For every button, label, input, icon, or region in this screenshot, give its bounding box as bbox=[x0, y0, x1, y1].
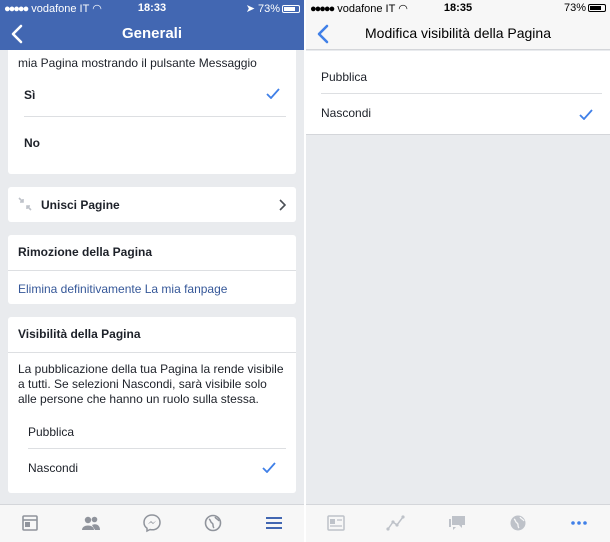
battery-percent: 73% bbox=[257, 3, 280, 15]
tab-bar bbox=[0, 504, 304, 542]
right-screen: ●●●●● vodafone IT ◠ 18:35 73% Modifica vi… bbox=[306, 0, 610, 542]
nav-bar: Modifica visibilità della Pagina bbox=[306, 18, 610, 50]
chevron-right-icon bbox=[279, 199, 286, 211]
page-title: Modifica visibilità della Pagina bbox=[365, 25, 551, 41]
status-bar: ●●●●● vodafone IT ◠ 18:35 73% bbox=[306, 0, 610, 18]
option-no-label: No bbox=[24, 136, 40, 150]
checkmark-icon bbox=[579, 109, 593, 120]
visibility-description: La pubblicazione della tua Pagina la ren… bbox=[18, 362, 284, 406]
option-pubblica-label: Pubblica bbox=[321, 70, 368, 84]
removal-header: Rimozione della Pagina bbox=[8, 235, 296, 271]
nav-bar: Generali bbox=[0, 18, 304, 50]
friends-icon[interactable] bbox=[81, 513, 101, 533]
option-pubblica-label: Pubblica bbox=[28, 425, 75, 439]
checkmark-icon bbox=[262, 462, 276, 473]
option-nascondi[interactable]: Nascondi bbox=[28, 450, 286, 486]
messages-card: mia Pagina mostrando il pulsante Messagg… bbox=[8, 50, 296, 174]
tab-bar bbox=[306, 504, 610, 542]
option-nascondi-label: Nascondi bbox=[321, 106, 372, 120]
removal-card: Rimozione della Pagina Elimina definitiv… bbox=[8, 235, 296, 304]
more-icon[interactable] bbox=[569, 513, 589, 533]
visibility-header: Visibilità della Pagina bbox=[8, 317, 296, 353]
visibility-options-list: Pubblica Nascondi bbox=[306, 51, 610, 135]
option-si[interactable]: Sì bbox=[24, 72, 286, 117]
messenger-icon[interactable] bbox=[142, 513, 162, 533]
option-pubblica[interactable]: Pubblica bbox=[321, 51, 602, 94]
battery-icon bbox=[282, 5, 300, 13]
page-title: Generali bbox=[121, 25, 183, 42]
page-icon[interactable] bbox=[326, 513, 346, 533]
status-right: ➤ 73% bbox=[246, 2, 300, 15]
inbox-icon[interactable] bbox=[447, 513, 467, 533]
messages-description: mia Pagina mostrando il pulsante Messagg… bbox=[18, 56, 257, 70]
checkmark-icon bbox=[266, 88, 280, 99]
status-bar: ●●●●● vodafone IT ◠ 18:33 ➤ 73% bbox=[0, 0, 304, 18]
menu-icon[interactable] bbox=[264, 513, 284, 533]
news-feed-icon[interactable] bbox=[20, 513, 40, 533]
option-no[interactable]: No bbox=[24, 118, 286, 163]
battery-percent: 73% bbox=[563, 2, 586, 14]
left-screen: ●●●●● vodafone IT ◠ 18:33 ➤ 73% Generali … bbox=[0, 0, 304, 542]
option-si-label: Sì bbox=[24, 88, 36, 102]
option-nascondi-label: Nascondi bbox=[28, 461, 79, 475]
globe-icon[interactable] bbox=[203, 513, 223, 533]
option-nascondi[interactable]: Nascondi bbox=[321, 95, 602, 135]
battery-icon bbox=[588, 4, 606, 12]
delete-page-link[interactable]: Elimina definitivamente La mia fanpage bbox=[18, 282, 227, 296]
status-right: 73% bbox=[564, 2, 606, 14]
option-pubblica[interactable]: Pubblica bbox=[28, 413, 286, 449]
insights-icon[interactable] bbox=[386, 513, 406, 533]
merge-pages-button[interactable]: Unisci Pagine bbox=[8, 187, 296, 222]
location-icon: ➤ bbox=[245, 3, 255, 15]
visibility-card: Visibilità della Pagina La pubblicazione… bbox=[8, 317, 296, 493]
merge-icon bbox=[18, 197, 32, 211]
globe-icon[interactable] bbox=[508, 513, 528, 533]
merge-pages-label: Unisci Pagine bbox=[41, 198, 120, 212]
